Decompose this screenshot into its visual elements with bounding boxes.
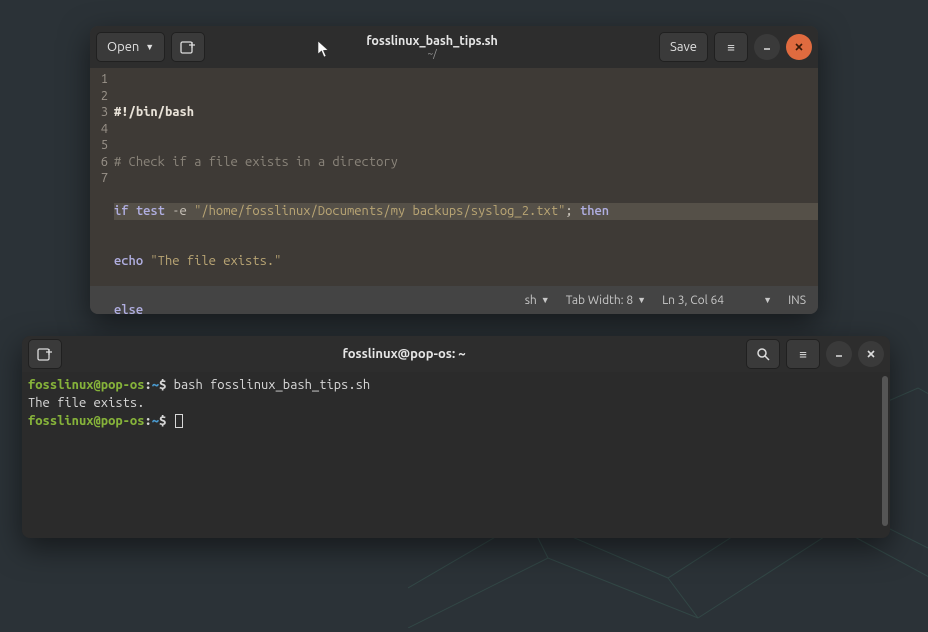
new-tab-icon: [37, 347, 53, 361]
line-number: 3: [90, 104, 108, 121]
token-shebang: #!/bin/bash: [114, 105, 194, 119]
line-number: 1: [90, 71, 108, 88]
prompt-path: ~: [152, 378, 159, 392]
text-editor-window: Open ▼ fosslinux_bash_tips.sh ~/ Save ≡: [90, 26, 818, 314]
prompt-path: ~: [152, 414, 159, 428]
terminal-window-controls: [826, 341, 884, 367]
terminal-scrollbar[interactable]: [880, 372, 890, 538]
token-path-string: "/home/fosslinux/Documents/my backups/sy…: [194, 204, 565, 218]
open-button[interactable]: Open ▼: [96, 32, 165, 62]
code-area[interactable]: #!/bin/bash # Check if a file exists in …: [112, 68, 818, 286]
minimize-button[interactable]: [754, 34, 780, 60]
editor-headerbar: Open ▼ fosslinux_bash_tips.sh ~/ Save ≡: [90, 26, 818, 68]
terminal-menu-button[interactable]: ≡: [786, 339, 820, 369]
terminal-window: fosslinux@pop-os: ~ ≡ fosslinux@pop-os:~…: [22, 336, 890, 538]
terminal-body: fosslinux@pop-os:~$ bash fosslinux_bash_…: [22, 372, 890, 538]
terminal-minimize-button[interactable]: [826, 341, 852, 367]
filename-label: fosslinux_bash_tips.sh: [366, 35, 498, 49]
prompt-dollar: $: [159, 378, 166, 392]
minimize-icon: [834, 349, 844, 359]
search-button[interactable]: [746, 339, 780, 369]
line-number: 2: [90, 88, 108, 105]
close-icon: [794, 42, 804, 52]
token-comment: # Check if a file exists in a directory: [114, 155, 398, 169]
line-number: 5: [90, 137, 108, 154]
close-button[interactable]: [786, 34, 812, 60]
prompt-user: fosslinux@pop-os: [28, 414, 144, 428]
new-terminal-tab-button[interactable]: [28, 339, 62, 369]
terminal-cursor: [175, 414, 183, 428]
token-echo: echo: [114, 254, 143, 268]
search-icon: [756, 347, 770, 361]
line-number-gutter: 1 2 3 4 5 6 7: [90, 68, 112, 286]
hamburger-menu-button[interactable]: ≡: [714, 32, 748, 62]
editor-body: 1 2 3 4 5 6 7 #!/bin/bash # Check if a f…: [90, 68, 818, 286]
prompt-user: fosslinux@pop-os: [28, 378, 144, 392]
save-button[interactable]: Save: [659, 32, 708, 62]
terminal-command: bash fosslinux_bash_tips.sh: [174, 378, 371, 392]
prompt-sep: :: [144, 414, 151, 428]
line-number: 4: [90, 121, 108, 138]
minimize-icon: [762, 42, 772, 52]
terminal-output-line: The file exists.: [28, 396, 144, 410]
prompt-sep: :: [144, 378, 151, 392]
hamburger-icon: ≡: [727, 40, 735, 55]
chevron-down-icon: ▼: [145, 42, 154, 52]
line-number: 7: [90, 170, 108, 187]
terminal-headerbar: fosslinux@pop-os: ~ ≡: [22, 336, 890, 372]
hamburger-icon: ≡: [799, 347, 807, 362]
token-else: else: [114, 303, 143, 314]
new-tab-button[interactable]: [171, 32, 205, 62]
open-label: Open: [107, 40, 139, 54]
line-number: 6: [90, 154, 108, 171]
terminal-close-button[interactable]: [858, 341, 884, 367]
token-flag: -e: [172, 204, 187, 218]
token-then: then: [580, 204, 609, 218]
window-controls: [754, 34, 812, 60]
editor-title: fosslinux_bash_tips.sh ~/: [211, 35, 653, 60]
token-exists-string: "The file exists.": [150, 254, 281, 268]
terminal-title: fosslinux@pop-os: ~: [68, 347, 740, 361]
token-if: if: [114, 204, 129, 218]
filepath-label: ~/: [427, 48, 436, 59]
terminal-output[interactable]: fosslinux@pop-os:~$ bash fosslinux_bash_…: [22, 372, 880, 538]
new-document-icon: [180, 40, 196, 54]
close-icon: [866, 349, 876, 359]
token-semicolon: ;: [565, 204, 572, 218]
prompt-dollar: $: [159, 414, 166, 428]
scrollbar-thumb[interactable]: [882, 376, 888, 526]
token-test: test: [136, 204, 165, 218]
